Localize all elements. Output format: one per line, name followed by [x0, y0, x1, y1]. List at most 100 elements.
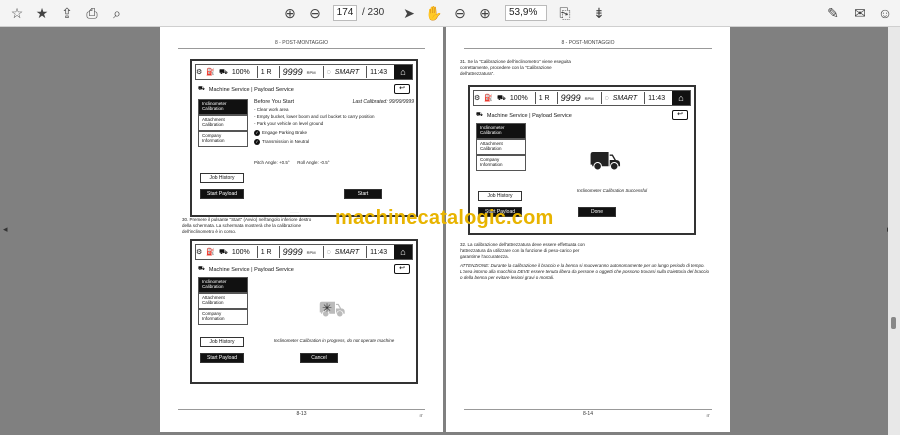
status-bar: ⚙ ⛽ ⛟ 100% 1 R 9999 RPM ◌ SMART 11:43 ⌂: [473, 90, 691, 106]
menu-attachment[interactable]: Attachment Calibration: [476, 139, 526, 155]
menu-inclinometer[interactable]: Inclinometer Calibration: [198, 277, 248, 293]
menu-attachment[interactable]: Attachment Calibration: [198, 293, 248, 309]
screen-in-progress: ⚙ ⛽ ⛟ 100% 1 R 9999 RPM ◌ SMART 11:43 ⌂ …: [190, 239, 418, 384]
before-panel: Before You Start Last Calibrated: 99/99/9…: [254, 99, 414, 166]
start-button[interactable]: Start: [344, 189, 382, 199]
zoom-level[interactable]: 53,9%: [505, 5, 547, 21]
scrollbar-thumb[interactable]: [891, 317, 896, 329]
vertical-scrollbar[interactable]: [888, 27, 900, 435]
menu-inclinometer[interactable]: Inclinometer Calibration: [198, 99, 248, 115]
mail-icon[interactable]: ✉: [851, 4, 869, 22]
step-30: 30. Premere il pulsante "Start" (Avvio) …: [182, 217, 312, 234]
hand-tool-icon[interactable]: ✋: [425, 4, 443, 22]
title-text: Machine Service | Payload Service: [208, 86, 294, 93]
home-icon[interactable]: ⌂: [394, 245, 412, 259]
divider: [464, 48, 712, 49]
service-title: ⛟ Machine Service | Payload Service ↩: [476, 110, 688, 121]
step-clear: - Clear work area: [254, 107, 289, 112]
load-icon: ⛟: [219, 68, 228, 76]
last-calibrated: Last Calibrated: 99/99/9999: [352, 99, 414, 105]
back-button[interactable]: ↩: [394, 84, 410, 94]
service-title: ⛟ Machine Service | Payload Service ↩: [198, 264, 410, 275]
figure-caption: ·········: [290, 210, 299, 214]
check-icon: ✓: [254, 139, 260, 145]
page-layout-icon[interactable]: ⎘: [556, 4, 574, 22]
star-icon[interactable]: ★: [33, 4, 51, 22]
status-bar: ⚙ ⛽ ⛟ 100% 1 R 9999 RPM ◌ SMART 11:43 ⌂: [195, 64, 413, 80]
back-button[interactable]: ↩: [672, 110, 688, 120]
status-bar: ⚙ ⛽ ⛟ 100% 1 R 9999 RPM ◌ SMART 11:43 ⌂: [195, 244, 413, 260]
select-cursor-icon[interactable]: ➤: [400, 4, 418, 22]
bookmark-icon[interactable]: ☆: [8, 4, 26, 22]
drop-icon: ◌: [326, 68, 331, 76]
step-32: 32. La calibrazione dell'attrezzatura de…: [460, 242, 585, 259]
language-code: IT: [706, 413, 710, 418]
viewer-toolbar: ☆ ★ ⇪ ⎙ ⌕ ⊕ ⊖ 174 / 230 ➤ ✋ ⊖ ⊕ 53,9% ⎘ …: [0, 0, 900, 27]
roll-angle: Roll Angle: -0.5°: [297, 160, 330, 165]
page-header: 8 - POST-MONTAGGIO: [561, 40, 615, 46]
sign-icon[interactable]: ✎: [824, 4, 842, 22]
watermark-text: machinecatalogic.com: [335, 207, 554, 229]
divider: [464, 409, 712, 410]
page-header: 8 - POST-MONTAGGIO: [275, 40, 328, 46]
account-icon[interactable]: ☺: [876, 4, 894, 22]
time-value: 11:43: [370, 68, 388, 76]
home-icon[interactable]: ⌂: [394, 65, 412, 79]
page-number: 8-14: [582, 411, 593, 417]
step-empty: - Empty bucket, lower boom and curl buck…: [254, 114, 375, 119]
gear-value: 1 R: [260, 68, 272, 76]
load-icon: ⛟: [497, 94, 506, 102]
upload-icon[interactable]: ⇪: [58, 4, 76, 22]
page-number: 8-13: [296, 411, 307, 417]
menu-attachment[interactable]: Attachment Calibration: [198, 115, 248, 131]
job-history-button[interactable]: Job History: [478, 191, 522, 201]
home-icon[interactable]: ⌂: [672, 91, 690, 105]
step-31: 31. Se la "Calibrazione dell'inclinometr…: [460, 59, 571, 76]
gear-value: 1 R: [260, 248, 272, 256]
job-history-button[interactable]: Job History: [200, 173, 244, 183]
rpm-value: 9999: [282, 67, 303, 77]
spinner-icon: ✳: [322, 301, 333, 315]
check-brake: Engage Parking Brake: [262, 130, 308, 135]
start-payload-button[interactable]: Start Payload: [200, 189, 244, 199]
engine-icon: ⚙: [196, 249, 203, 256]
mode-value: SMART: [334, 68, 360, 76]
machine-icon: ⛟: [476, 112, 483, 118]
rpm-unit: RPM: [584, 95, 594, 101]
print-icon[interactable]: ⎙: [83, 4, 101, 22]
rpm-unit: RPM: [306, 249, 316, 255]
fuel-icon: ⛽: [206, 249, 215, 256]
done-button[interactable]: Done: [578, 207, 616, 217]
menu-company[interactable]: Company Information: [198, 131, 248, 147]
time-value: 11:43: [648, 94, 666, 102]
check-icon: ✓: [254, 130, 260, 136]
mode-value: SMART: [334, 248, 360, 256]
next-page-icon[interactable]: ⊖: [306, 4, 324, 22]
left-panel-arrow-icon[interactable]: ◂: [3, 224, 8, 235]
page-number-input[interactable]: 174: [333, 5, 357, 21]
search-icon[interactable]: ⌕: [108, 4, 126, 22]
zoom-in-icon[interactable]: ⊕: [476, 4, 494, 22]
step-park: - Park your vehicle on level ground: [254, 121, 324, 126]
progress-message: Inclinometer Calibration in progress, do…: [273, 338, 395, 343]
scroll-mode-icon[interactable]: ⇟: [590, 4, 608, 22]
title-text: Machine Service | Payload Service: [486, 112, 572, 119]
load-icon: ⛟: [219, 248, 228, 256]
wheel-loader-icon: ⛟: [588, 145, 622, 175]
start-payload-button[interactable]: Start Payload: [200, 353, 244, 363]
job-history-button[interactable]: Job History: [200, 337, 244, 347]
pitch-angle: Pitch Angle: +0.5°: [254, 160, 290, 165]
drop-icon: ◌: [326, 248, 331, 256]
back-button[interactable]: ↩: [394, 264, 410, 274]
gear-value: 1 R: [538, 94, 550, 102]
side-menu: Inclinometer Calibration Attachment Cali…: [198, 99, 248, 147]
zoom-out-icon[interactable]: ⊖: [451, 4, 469, 22]
cancel-button[interactable]: Cancel: [300, 353, 338, 363]
menu-company[interactable]: Company Information: [476, 155, 526, 171]
fuel-icon: ⛽: [484, 95, 493, 102]
machine-icon: ⛟: [198, 266, 205, 272]
success-message: Inclinometer Calibration Successful: [576, 188, 648, 193]
menu-company[interactable]: Company Information: [198, 309, 248, 325]
menu-inclinometer[interactable]: Inclinometer Calibration: [476, 123, 526, 139]
prev-page-icon[interactable]: ⊕: [281, 4, 299, 22]
